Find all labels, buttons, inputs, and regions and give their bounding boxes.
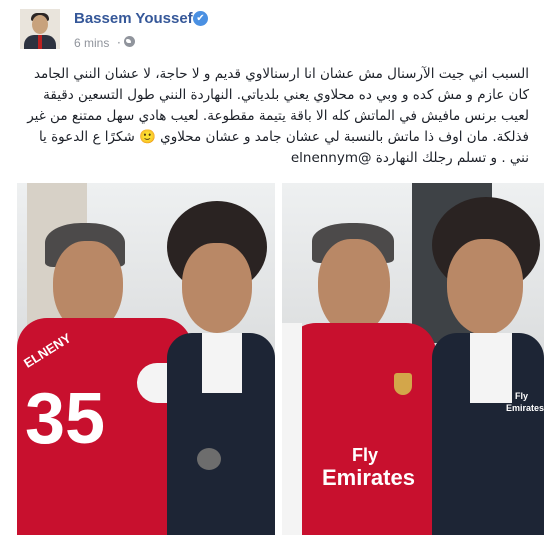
post-body-text: السبب اني جيت الآرسنال مش عشان انا ارسنا… bbox=[22, 66, 529, 166]
verified-badge-icon: ✔ bbox=[193, 11, 208, 26]
photo-left: ELNENY 35 bbox=[17, 183, 275, 535]
sponsor-line1-text: Fly bbox=[352, 445, 379, 465]
photo-divider bbox=[275, 183, 282, 535]
left-person-face bbox=[318, 239, 390, 335]
white-tshirt bbox=[470, 333, 512, 403]
meta-separator: · bbox=[117, 36, 121, 50]
post-photo[interactable]: ELNENY 35 Fly Emirates Fly Emirates bbox=[17, 183, 544, 535]
facebook-post: Bassem Youssef ✔ 6 mins · السبب اني جيت … bbox=[0, 0, 547, 535]
white-sleeve bbox=[282, 323, 302, 535]
post-timestamp-link[interactable]: 6 mins bbox=[74, 36, 109, 50]
avatar-face bbox=[32, 15, 48, 34]
sponsor-line2-text: Emirates bbox=[322, 465, 415, 490]
avatar-tie bbox=[38, 35, 42, 49]
wrist-watch bbox=[197, 448, 221, 470]
white-tshirt bbox=[202, 333, 242, 393]
arsenal-crest-icon bbox=[394, 373, 412, 395]
arsenal-shirt-front bbox=[286, 323, 436, 535]
right-person-face bbox=[447, 239, 523, 335]
photo-right: Fly Emirates Fly Emirates bbox=[282, 183, 544, 535]
globe-icon[interactable] bbox=[124, 36, 135, 47]
jacket-sponsor-line2: Emirates bbox=[506, 403, 544, 413]
jacket-sponsor-line1: Fly bbox=[515, 391, 529, 401]
shirt-number-text: 35 bbox=[25, 379, 106, 459]
avatar[interactable] bbox=[20, 9, 60, 49]
right-person-face bbox=[182, 243, 252, 333]
author-name-link[interactable]: Bassem Youssef bbox=[74, 10, 193, 28]
